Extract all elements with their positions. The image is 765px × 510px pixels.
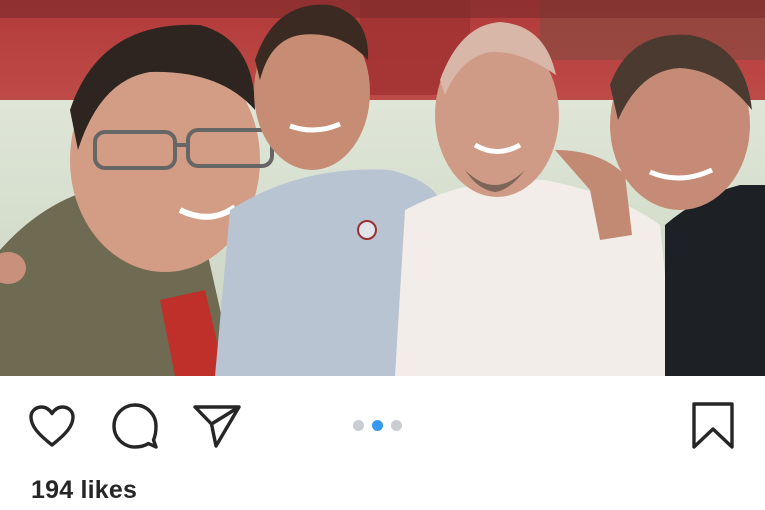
like-button[interactable] [26,400,78,452]
save-button[interactable] [687,400,739,452]
bookmark-outline-icon [692,402,734,449]
share-button[interactable] [191,400,243,452]
instagram-post: 194 likes [0,0,765,510]
carousel-dot-active [372,419,383,431]
carousel-dot [353,419,364,431]
comment-button[interactable] [109,400,161,452]
carousel-dot [391,419,402,431]
stadium-selfie-image [0,0,765,376]
speech-bubble-icon [112,403,158,449]
carousel-indicator [353,419,402,431]
heart-outline-icon [29,405,75,447]
likes-count[interactable]: 194 likes [31,476,137,505]
post-action-bar [0,376,765,472]
post-photo[interactable] [0,0,765,376]
paper-plane-icon [193,405,241,448]
